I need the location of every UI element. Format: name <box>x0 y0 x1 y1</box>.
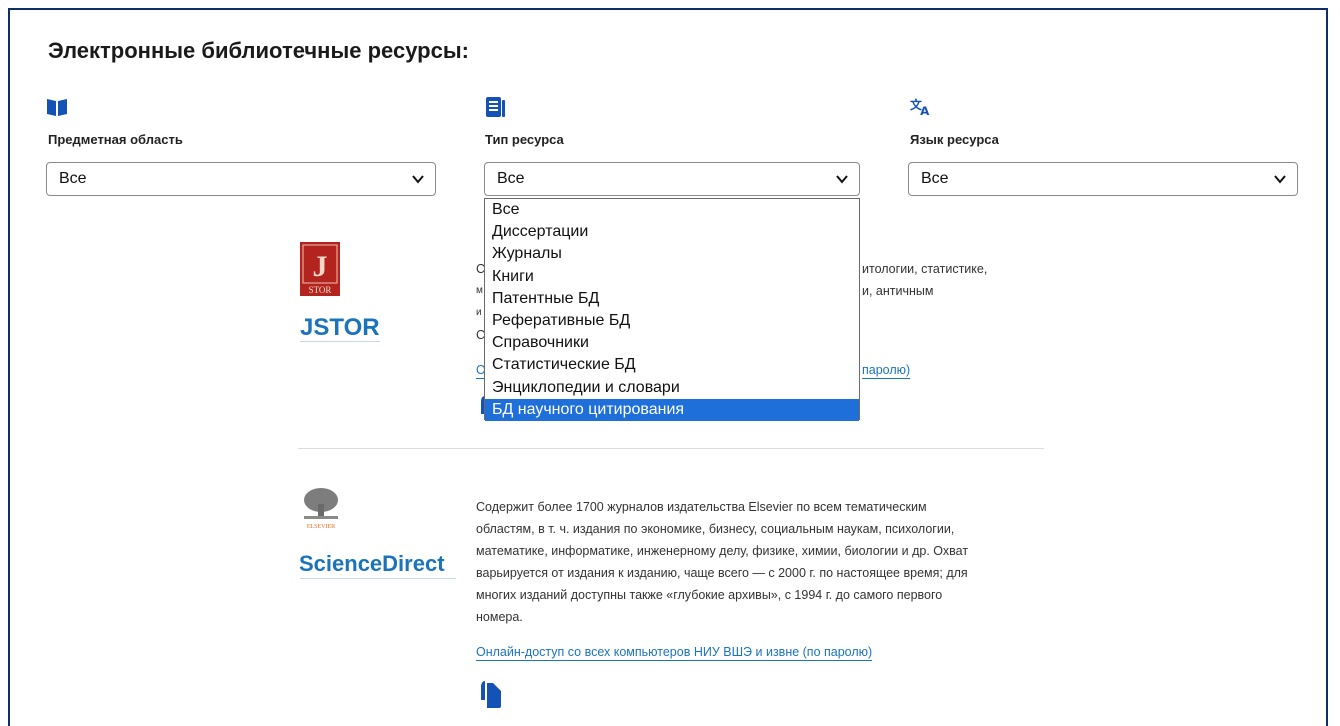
dropdown-option[interactable]: Все <box>485 199 859 221</box>
elsevier-logo-image: ELSEVIER <box>300 486 342 530</box>
svg-text:J: J <box>313 250 328 283</box>
subject-select[interactable]: Все <box>46 162 436 196</box>
sciencedirect-desc-line: Содержит более 1700 журналов издательств… <box>476 500 927 514</box>
translate-icon: 文 A <box>910 98 930 118</box>
chevron-down-icon <box>1274 175 1286 184</box>
elsevier-logo-caption: ELSEVIER <box>307 524 335 530</box>
type-select-value: Все <box>497 170 525 187</box>
sciencedirect-underline <box>300 578 456 579</box>
language-select-value: Все <box>921 170 949 187</box>
dropdown-option[interactable]: Реферативные БД <box>485 310 859 332</box>
dropdown-option[interactable]: Диссертации <box>485 221 859 243</box>
dropdown-option[interactable]: Энциклопедии и словари <box>485 377 859 399</box>
jstor-logo-image: J STOR <box>300 242 340 296</box>
jstor-desc-right: и, античным <box>862 284 934 298</box>
page-title: Электронные библиотечные ресурсы: <box>48 38 469 63</box>
jstor-logo-caption: STOR <box>309 285 332 295</box>
document-list-icon <box>486 97 505 117</box>
type-select[interactable]: Все <box>484 162 860 196</box>
filter-label-language: Язык ресурса <box>910 132 999 147</box>
sciencedirect-desc-line: номера. <box>476 610 523 624</box>
dropdown-option[interactable]: Патентные БД <box>485 288 859 310</box>
svg-text:A: A <box>920 104 930 118</box>
chevron-down-icon <box>836 175 848 184</box>
dropdown-option-highlighted[interactable]: БД научного цитирования <box>485 398 859 421</box>
filter-label-type: Тип ресурса <box>485 132 564 147</box>
subject-select-value: Все <box>59 170 87 187</box>
jstor-access-link-end[interactable]: паролю) <box>862 362 911 379</box>
language-select[interactable]: Все <box>908 162 1298 196</box>
jstor-underline <box>300 341 380 342</box>
type-dropdown-list[interactable]: Все Диссертации Журналы Книги Патентные … <box>484 198 860 421</box>
dropdown-option[interactable]: Книги <box>485 266 859 288</box>
sciencedirect-desc-line: областям, в т. ч. издания по экономике, … <box>476 522 955 536</box>
chevron-down-icon <box>412 175 424 184</box>
touch-hand-icon[interactable] <box>478 676 504 708</box>
sciencedirect-access-link[interactable]: Онлайн-доступ со всех компьютеров НИУ ВШ… <box>476 644 873 661</box>
jstor-title[interactable]: JSTOR <box>300 314 380 342</box>
section-divider <box>298 448 1044 449</box>
sciencedirect-title[interactable]: ScienceDirect <box>299 551 445 577</box>
sciencedirect-desc-line: варьируется от издания к изданию, чаще в… <box>476 566 968 580</box>
filter-label-subject: Предметная область <box>48 132 183 147</box>
jstor-desc-fragment: м <box>476 285 483 296</box>
dropdown-option[interactable]: Статистические БД <box>485 354 859 376</box>
jstor-desc-fragment: и <box>476 307 482 318</box>
book-icon <box>47 99 67 116</box>
dropdown-option[interactable]: Справочники <box>485 332 859 354</box>
dropdown-option[interactable]: Журналы <box>485 243 859 265</box>
jstor-desc-right: итологии, статистике, <box>862 262 988 276</box>
sciencedirect-desc-line: многих изданий доступны также «глубокие … <box>476 588 943 602</box>
sciencedirect-desc-line: математике, информатике, инженерному дел… <box>476 544 969 558</box>
